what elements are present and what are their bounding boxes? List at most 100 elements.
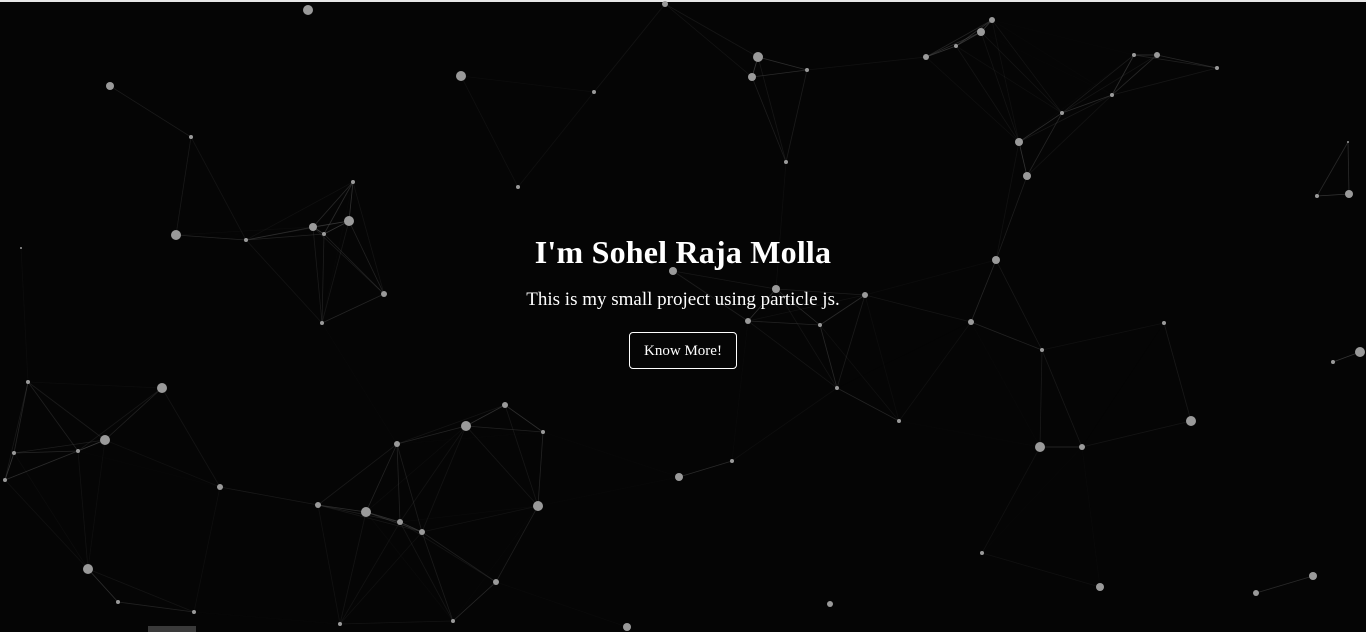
particle-link xyxy=(981,446,1041,554)
particle-dot xyxy=(76,449,80,453)
particle-dot xyxy=(315,502,321,508)
particle-dot xyxy=(1215,66,1219,70)
particle-link xyxy=(955,19,993,47)
hero-section: I'm Sohel Raja Molla This is my small pr… xyxy=(0,228,1366,369)
particle-link xyxy=(465,404,506,427)
particle-link xyxy=(504,404,539,507)
particle-link xyxy=(1316,141,1349,197)
particle-dot xyxy=(662,1,668,7)
particle-link xyxy=(77,450,89,570)
particle-dot xyxy=(516,185,520,189)
particle-dot xyxy=(502,402,508,408)
particle-dot xyxy=(116,600,120,604)
particle-dot xyxy=(748,73,756,81)
particle-link xyxy=(785,69,808,163)
particle-link xyxy=(27,381,163,389)
particle-dot xyxy=(456,71,466,81)
particle-dot xyxy=(83,564,93,574)
particle-dot xyxy=(897,419,901,423)
particle-link xyxy=(460,75,519,188)
particle-dot xyxy=(675,473,683,481)
particle-link xyxy=(836,387,900,422)
particle-link xyxy=(731,387,838,462)
particle-link xyxy=(1018,141,1028,177)
particle-dot xyxy=(451,619,455,623)
particle-link xyxy=(1061,54,1135,114)
particle-link xyxy=(664,3,759,58)
particle-link xyxy=(396,404,506,445)
particle-dot xyxy=(1110,93,1114,97)
particle-link xyxy=(317,504,341,625)
particle-dot xyxy=(623,623,631,631)
particle-link xyxy=(517,91,595,188)
particle-link xyxy=(981,552,1101,588)
particle-link xyxy=(4,479,89,570)
particle-link xyxy=(421,505,539,533)
particle-link xyxy=(109,85,192,138)
particle-dot xyxy=(189,135,193,139)
particle-link xyxy=(925,31,982,58)
particle-link xyxy=(751,76,787,163)
particle-link xyxy=(955,31,982,47)
particle-link xyxy=(757,56,787,163)
particle-dot xyxy=(12,451,16,455)
particle-link xyxy=(339,531,423,625)
particle-link xyxy=(991,19,1135,56)
particle-dot xyxy=(192,610,196,614)
particle-link xyxy=(1111,54,1135,96)
particle-dot xyxy=(923,54,929,60)
particle-dot xyxy=(1079,444,1085,450)
particle-dot xyxy=(753,52,763,62)
hero-title: I'm Sohel Raja Molla xyxy=(534,234,832,270)
particle-dot xyxy=(3,478,7,482)
particle-link xyxy=(421,425,467,533)
particle-link xyxy=(452,581,497,622)
particle-link xyxy=(87,568,195,613)
know-more-button[interactable]: Know More! xyxy=(629,332,737,369)
particle-link xyxy=(421,531,497,583)
particle-dot xyxy=(1132,53,1136,57)
particle-dot xyxy=(157,383,167,393)
particle-link xyxy=(77,387,163,452)
particle-link xyxy=(1347,141,1350,195)
particle-dot xyxy=(592,90,596,94)
particle-dot xyxy=(1035,442,1045,452)
particle-link xyxy=(465,425,539,507)
particle-dot xyxy=(784,160,788,164)
corner-block xyxy=(148,626,196,632)
particle-link xyxy=(399,505,539,523)
particle-dot xyxy=(1186,416,1196,426)
particle-dot xyxy=(1347,141,1349,143)
particle-link xyxy=(537,431,544,507)
particle-link xyxy=(104,387,163,441)
particle-link xyxy=(190,136,247,241)
particle-link xyxy=(495,505,539,583)
particle-link xyxy=(161,387,221,488)
particle-link xyxy=(1081,446,1101,588)
particle-link xyxy=(1061,54,1158,114)
particle-link xyxy=(339,521,401,625)
particle-dot xyxy=(397,519,403,525)
particle-link xyxy=(898,420,1041,448)
particle-dot xyxy=(106,82,114,90)
particle-link xyxy=(1156,54,1218,69)
particle-link xyxy=(4,452,15,481)
particle-dot xyxy=(419,529,425,535)
particle-dot xyxy=(805,68,809,72)
particle-dot xyxy=(344,216,354,226)
particle-link xyxy=(537,476,680,507)
particle-link xyxy=(396,443,423,533)
particle-link xyxy=(757,56,808,71)
particle-link xyxy=(13,452,89,570)
particle-dot xyxy=(1253,590,1259,596)
particle-link xyxy=(460,75,595,93)
particle-link xyxy=(193,611,341,625)
particle-dot xyxy=(217,484,223,490)
particle-link xyxy=(220,487,366,512)
particle-dot xyxy=(977,28,985,36)
particle-link xyxy=(339,511,367,625)
particle-link xyxy=(981,446,1083,554)
particle-link xyxy=(87,439,106,570)
particle-link xyxy=(1018,112,1063,143)
particle-dot xyxy=(1096,583,1104,591)
